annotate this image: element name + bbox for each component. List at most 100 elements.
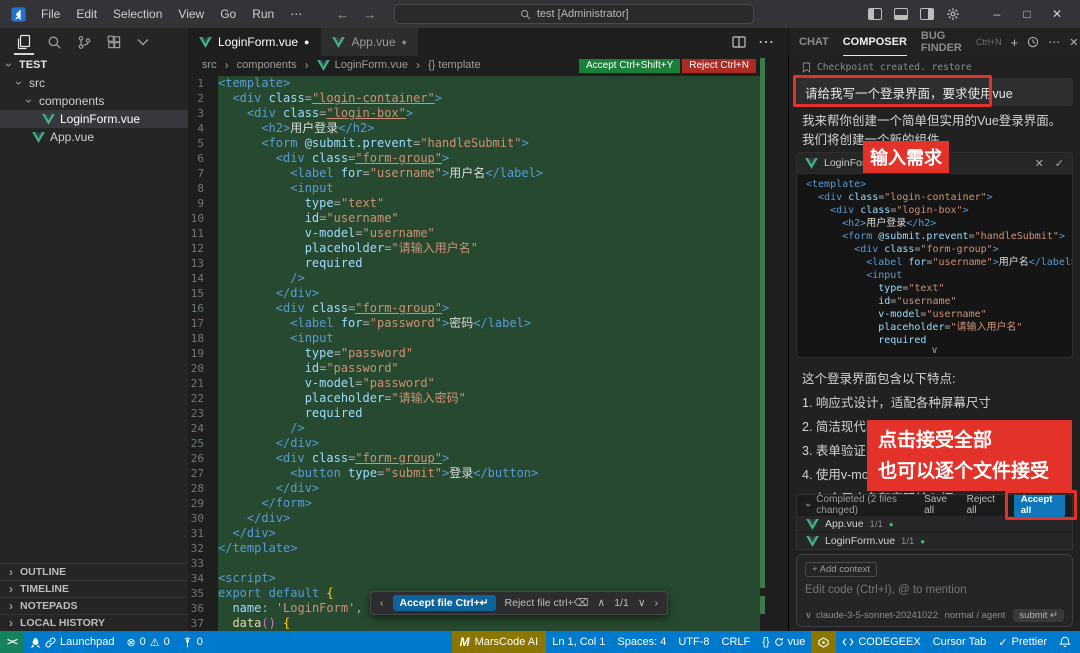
model-selector[interactable]: claude-3-5-sonnet-20241022 [816,610,938,621]
code-line[interactable]: 6 <div class="form-group"> [188,151,788,166]
code-line[interactable]: 25 </div> [188,436,788,451]
settings-gear-icon[interactable] [946,7,960,21]
code-line[interactable]: 5 <form @submit.prevent="handleSubmit"> [188,136,788,151]
code-line[interactable]: 29 </form> [188,496,788,511]
code-line[interactable]: 32</template> [188,541,788,556]
launchpad-status-item[interactable]: Launchpad [24,636,120,648]
remote-indicator[interactable]: >< [0,631,24,653]
marscode-extension-item[interactable] [811,631,836,653]
code-line[interactable]: 13 required [188,256,788,271]
menu-go[interactable]: Go [212,0,244,28]
tab-chat[interactable]: CHAT [799,28,829,56]
code-line[interactable]: 20 id="password" [188,361,788,376]
reject-all-link[interactable]: Reject all [967,494,1001,516]
section-local-history[interactable]: ›LOCAL HISTORY [0,614,188,631]
code-line[interactable]: 12 placeholder="请输入用户名" [188,241,788,256]
panel-more-icon[interactable]: ⋯ [1048,35,1060,49]
editor-actions-more-icon[interactable]: ⋯ [758,32,774,52]
changed-file-row-loginform[interactable]: LoginForm.vue 1/1 ● [797,532,1072,549]
section-notepads[interactable]: ›NOTEPADS [0,597,188,614]
code-line[interactable]: 4 <h2>用户登录</h2> [188,121,788,136]
chevron-down-icon[interactable]: › [802,501,814,509]
command-search-input[interactable]: test [Administrator] [394,4,754,24]
section-timeline[interactable]: ›TIMELINE [0,580,188,597]
minimize-button[interactable]: – [982,0,1012,28]
nav-forward-icon[interactable]: → [363,7,376,22]
code-line[interactable]: 34<script> [188,571,788,586]
code-line[interactable]: 9 type="text" [188,196,788,211]
modified-dot-icon[interactable]: ● [304,38,309,47]
code-line[interactable]: 14 /> [188,271,788,286]
menu-file[interactable]: File [33,0,68,28]
cursor-position-item[interactable]: Ln 1, Col 1 [546,636,611,648]
source-control-icon[interactable] [77,28,92,56]
menu-edit[interactable]: Edit [68,0,105,28]
code-line[interactable]: 30 </div> [188,511,788,526]
menu-view[interactable]: View [170,0,212,28]
prev-diff-icon[interactable]: ‹ [380,597,384,609]
code-line[interactable]: 27 <button type="submit">登录</button> [188,466,788,481]
marscode-ai-status-item[interactable]: M MarsCode AI [452,631,547,653]
history-icon[interactable] [1027,36,1039,48]
code-line[interactable]: 7 <label for="username">用户名</label> [188,166,788,181]
code-line[interactable]: 17 <label for="password">密码</label> [188,316,788,331]
code-line[interactable]: 37 data() { [188,616,788,631]
modified-dot-icon[interactable]: ● [402,38,407,47]
toggle-sidebar-icon[interactable] [868,8,882,20]
folder-components[interactable]: › components [0,92,188,110]
composer-input-box[interactable]: + Add context Edit code (Ctrl+I), @ to m… [796,554,1073,627]
menu-run[interactable]: Run [244,0,282,28]
diff-overview-ruler[interactable] [760,58,765,588]
close-button[interactable]: ✕ [1042,0,1072,28]
code-line[interactable]: 16 <div class="form-group"> [188,301,788,316]
up-icon[interactable]: ∧ [598,597,606,609]
codegeex-status-item[interactable]: CODEGEEX [836,636,926,648]
panel-close-icon[interactable]: ✕ [1069,36,1078,49]
mode-toggle[interactable]: normal / agent [945,610,1006,621]
code-line[interactable]: 18 <input [188,331,788,346]
tab-loginform-vue[interactable]: LoginForm.vue ● [188,28,320,56]
reject-changes-button[interactable]: Reject Ctrl+N [682,59,756,73]
new-chat-icon[interactable]: + [1011,35,1019,50]
search-panel-icon[interactable] [47,28,62,56]
add-context-chip[interactable]: + Add context [805,562,877,577]
discard-file-icon[interactable]: ✕ [1035,157,1044,170]
tab-composer[interactable]: COMPOSER [843,28,907,56]
code-line[interactable]: 26 <div class="form-group"> [188,451,788,466]
code-line[interactable]: 11 v-model="username" [188,226,788,241]
apply-file-icon[interactable]: ✓ [1055,157,1064,170]
file-app-vue[interactable]: App.vue [0,128,188,146]
reject-file-button[interactable]: Reject file ctrl+⌫ [505,597,589,609]
chevron-down-icon[interactable] [137,28,149,56]
code-line[interactable]: 15 </div> [188,286,788,301]
code-line[interactable]: 28 </div> [188,481,788,496]
language-mode-item[interactable]: {} vue [756,636,811,648]
down-icon[interactable]: ∨ [638,597,646,609]
code-editor[interactable]: 1<template>2 <div class="login-container… [188,74,788,631]
cursor-tab-status-item[interactable]: Cursor Tab [927,636,993,648]
tab-app-vue[interactable]: App.vue ● [321,28,417,56]
file-loginform-vue[interactable]: LoginForm.vue [0,110,188,128]
folder-src[interactable]: › src [0,74,188,92]
code-line[interactable]: 21 v-model="password" [188,376,788,391]
eol-item[interactable]: CRLF [716,636,757,648]
problems-status-item[interactable]: ⊗0 ⚠0 [120,636,175,649]
menu-selection[interactable]: Selection [105,0,170,28]
menu-more[interactable]: ⋯ [282,0,310,28]
split-editor-icon[interactable] [732,36,746,48]
code-line[interactable]: 1<template> [188,76,788,91]
toggle-secondary-sidebar-icon[interactable] [920,8,934,20]
code-line[interactable]: 10 id="username" [188,211,788,226]
code-line[interactable]: 24 /> [188,421,788,436]
submit-button[interactable]: submit ↵ [1013,609,1064,622]
save-all-link[interactable]: Save all [924,494,954,516]
ports-status-item[interactable]: 0 [176,636,209,648]
next-diff-icon[interactable]: › [655,597,659,609]
maximize-button[interactable]: □ [1012,0,1042,28]
code-line[interactable]: 23 required [188,406,788,421]
checkpoint-restore-link[interactable]: restore [932,62,972,73]
code-line[interactable]: 19 type="password" [188,346,788,361]
accept-file-button[interactable]: Accept file Ctrl+↵ [393,595,496,611]
code-line[interactable]: 3 <div class="login-box"> [188,106,788,121]
code-line[interactable]: 22 placeholder="请输入密码" [188,391,788,406]
